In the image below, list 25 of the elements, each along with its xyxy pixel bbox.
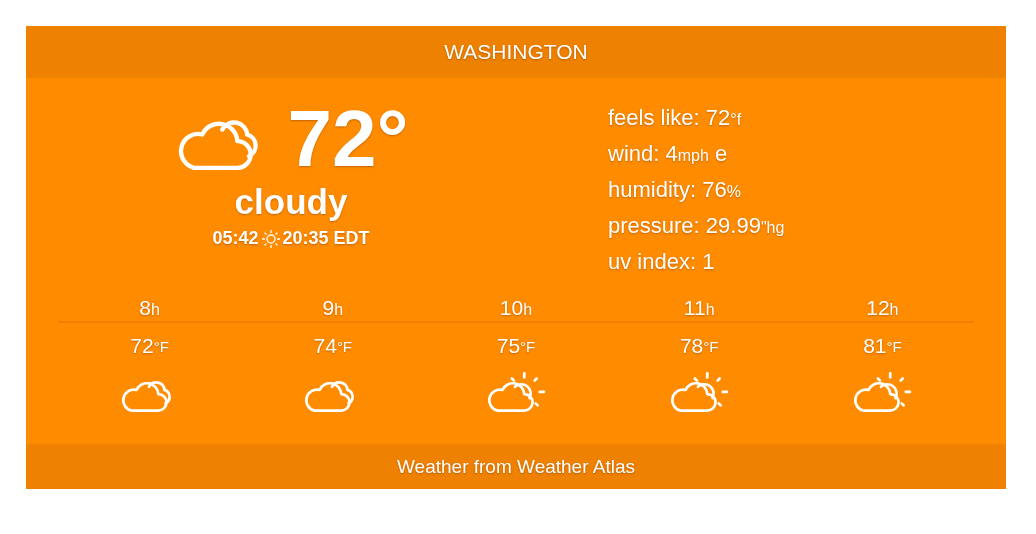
sun-cloud-icon [668, 371, 731, 415]
hourly-temperature: 81°F [863, 333, 902, 359]
hourly-temperature: 75°F [496, 333, 536, 359]
sun-icon [260, 228, 281, 249]
condition-text: cloudy [234, 181, 348, 223]
weather-detail: humidity: 76% [608, 176, 742, 204]
hourly-temperature: 74°F [313, 333, 353, 359]
footer-credit: Weather from Weather Atlas [26, 444, 1006, 489]
city-title: WASHINGTON [26, 26, 1006, 78]
hourly-temperature: 78°F [679, 333, 719, 359]
weather-detail: feels like: 72°f [608, 104, 743, 132]
hourly-temperature: 72°F [130, 333, 169, 359]
current-temperature: 72° [287, 94, 409, 184]
hour-label: 12h [790, 288, 974, 323]
weather-detail: uv index: 1 [608, 248, 716, 276]
hour-label: 8h [58, 288, 242, 323]
sunrise-time: 05:42 [212, 228, 259, 249]
hour-label: 9h [241, 288, 425, 323]
hour-label: 10h [424, 288, 608, 323]
weather-detail: pressure: 29.99"hg [608, 212, 786, 240]
sun-cloud-icon [485, 371, 547, 415]
weather-detail: wind: 4mph e [608, 140, 729, 168]
sun-cloud-icon [851, 371, 914, 415]
sunset-time: 20:35 EDT [282, 228, 370, 249]
hour-label: 11h [607, 288, 791, 323]
